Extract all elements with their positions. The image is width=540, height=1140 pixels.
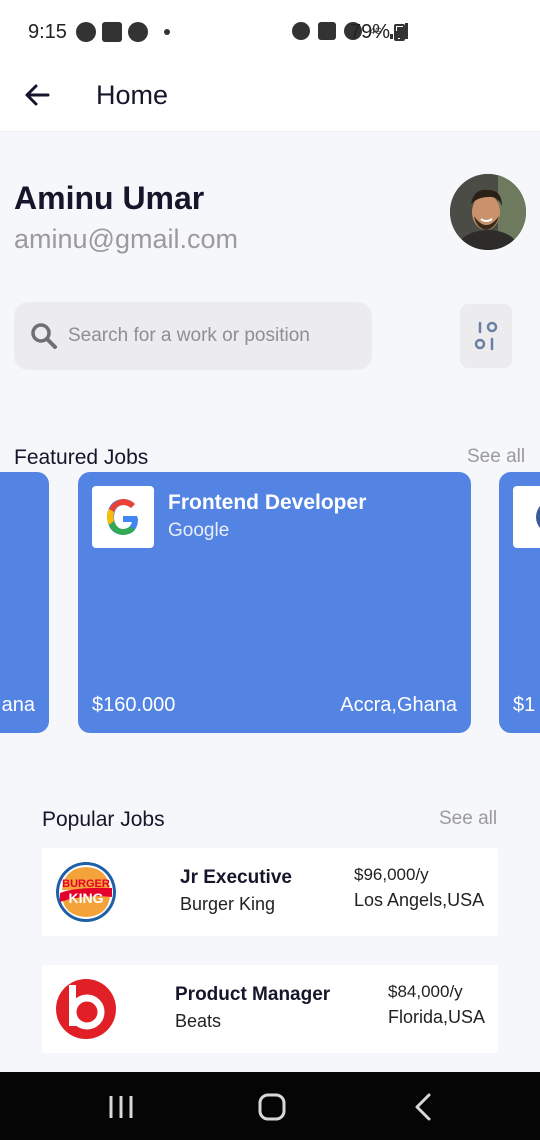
popular-see-all-link[interactable]: See all — [439, 808, 497, 830]
app-bar: Home — [0, 62, 540, 132]
avatar[interactable] — [450, 174, 526, 250]
battery-percent: 79% — [350, 21, 391, 43]
beats-logo-icon — [56, 979, 116, 1039]
burger-king-logo-icon: BURGER KING — [56, 862, 116, 922]
battery-icon — [394, 24, 405, 41]
nav-back-icon[interactable] — [403, 1090, 443, 1124]
job-salary: $1 — [513, 694, 536, 716]
job-location: Florida,USA — [388, 1007, 486, 1027]
google-logo-icon — [107, 499, 138, 535]
company-logo — [513, 486, 540, 548]
company-name: Google — [168, 520, 230, 541]
app-notification-icon — [128, 22, 148, 42]
whatsapp-icon — [76, 22, 96, 42]
system-nav-bar — [0, 1072, 540, 1140]
job-location: Los Angels,USA — [354, 890, 485, 910]
filter-icon — [474, 321, 498, 351]
featured-jobs-title: Featured Jobs — [14, 446, 149, 469]
back-arrow-icon[interactable] — [20, 78, 54, 112]
svg-text:BURGER: BURGER — [62, 878, 110, 890]
notification-icons — [76, 22, 170, 42]
featured-job-card-partial-right[interactable]: $1 — [499, 472, 540, 733]
job-title: Frontend Developer — [168, 491, 367, 514]
featured-job-card-partial-left[interactable]: ana — [0, 472, 49, 733]
job-location: Accra,Ghana — [340, 694, 457, 716]
job-salary: $160.000 — [92, 694, 176, 716]
company-name: Beats — [175, 1011, 222, 1031]
status-time: 9:15 — [28, 21, 67, 43]
status-bar: 9:15 4G 79% — [0, 0, 540, 62]
search-input[interactable] — [68, 318, 358, 354]
recent-apps-icon[interactable] — [101, 1090, 141, 1124]
job-title: Product Manager — [175, 984, 331, 1005]
job-salary: $84,000/y — [388, 982, 463, 1001]
alarm-icon — [291, 22, 310, 40]
popular-job-item[interactable]: Product Manager Beats $84,000/y Florida,… — [42, 965, 498, 1053]
featured-job-card[interactable]: Frontend Developer Google $160.000 Accra… — [78, 472, 471, 733]
featured-see-all-link[interactable]: See all — [467, 446, 525, 468]
popular-jobs-title: Popular Jobs — [42, 808, 165, 831]
filter-button[interactable] — [460, 304, 512, 368]
job-salary: $96,000/y — [354, 865, 429, 884]
popular-job-item[interactable]: BURGER KING Jr Executive Burger King $96… — [42, 848, 498, 936]
company-logo-icon — [536, 506, 540, 528]
avatar-photo — [450, 174, 526, 250]
job-title: Jr Executive — [180, 867, 292, 888]
company-logo — [92, 486, 154, 548]
mute-icon — [317, 22, 336, 40]
gallery-icon — [102, 22, 122, 42]
job-location: ana — [1, 694, 35, 716]
search-icon — [31, 323, 57, 349]
company-name: Burger King — [180, 894, 276, 914]
search-box[interactable] — [14, 302, 372, 370]
user-email: aminu@gmail.com — [14, 224, 238, 254]
more-notifications-dot — [164, 29, 170, 35]
user-name: Aminu Umar — [14, 180, 205, 216]
svg-text:KING: KING — [69, 890, 104, 906]
home-icon[interactable] — [252, 1090, 292, 1124]
page-title: Home — [96, 80, 169, 110]
